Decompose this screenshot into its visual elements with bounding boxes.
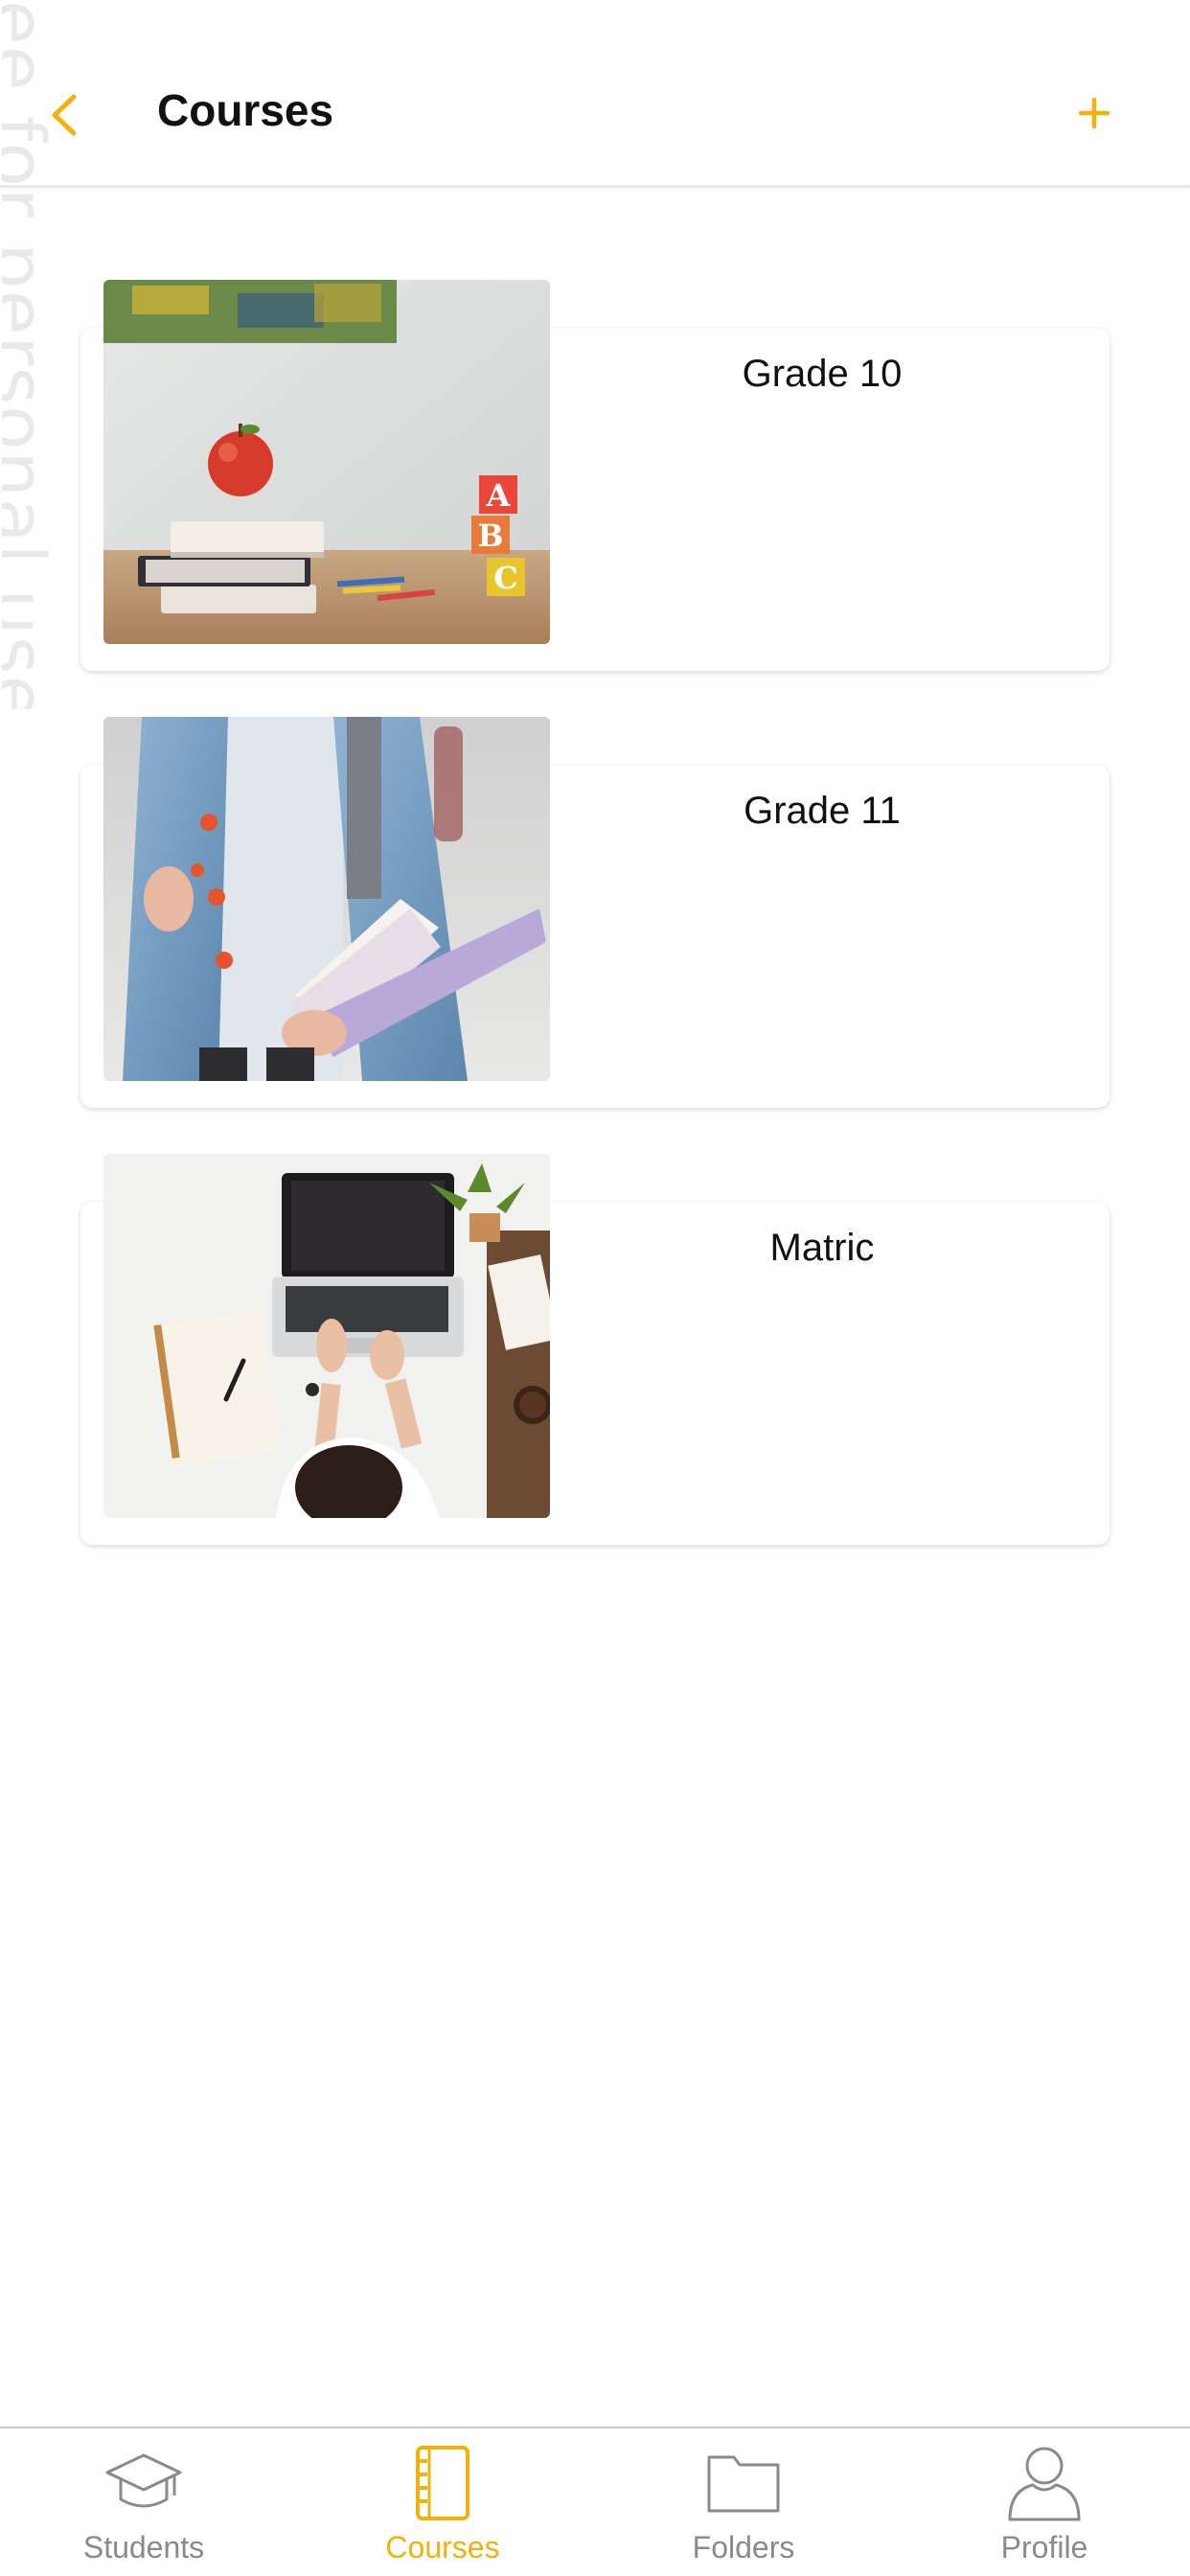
back-button[interactable]	[38, 80, 88, 150]
nav-item-profile[interactable]: Profile	[920, 2428, 1169, 2576]
student-holding-books-photo	[103, 717, 550, 1081]
add-course-button[interactable]	[1067, 84, 1121, 142]
svg-text:C: C	[493, 560, 517, 596]
app-header: Courses	[0, 0, 1190, 188]
nav-label: Students	[82, 2530, 205, 2564]
course-image-matric	[103, 1154, 550, 1518]
nav-item-folders[interactable]: Folders	[619, 2428, 868, 2576]
course-name: Matric	[769, 1227, 875, 1269]
course-image-grade-10: A B C	[103, 280, 550, 644]
nav-label: Folders	[692, 2530, 795, 2564]
course-name: Grade 11	[744, 790, 901, 832]
course-image-grade-11	[103, 717, 550, 1081]
plus-icon	[1078, 97, 1110, 129]
user-icon	[1008, 2447, 1081, 2521]
apple-books-abc-blocks-photo: A B C	[103, 280, 550, 644]
nav-item-students[interactable]: Students	[19, 2428, 268, 2576]
page-title: Courses	[157, 85, 334, 135]
chevron-left-icon	[52, 94, 77, 136]
student-laptop-desk-photo	[103, 1154, 550, 1518]
graduation-cap-icon	[105, 2453, 182, 2508]
nav-label: Profile	[1000, 2530, 1088, 2564]
folder-icon	[707, 2455, 780, 2513]
notebook-icon	[416, 2446, 469, 2520]
course-card-grade-10[interactable]: A B C Grade 10	[80, 280, 1110, 671]
nav-label: Courses	[385, 2530, 500, 2564]
course-card-matric[interactable]: Matric	[80, 1154, 1110, 1545]
course-name: Grade 10	[742, 353, 903, 395]
svg-text:A: A	[486, 477, 512, 514]
bottom-nav: Students Courses Folders Profile	[0, 2426, 1190, 2576]
course-card-grade-11[interactable]: Grade 11	[80, 717, 1110, 1108]
nav-item-courses[interactable]: Courses	[318, 2428, 567, 2576]
svg-text:B: B	[477, 518, 503, 554]
